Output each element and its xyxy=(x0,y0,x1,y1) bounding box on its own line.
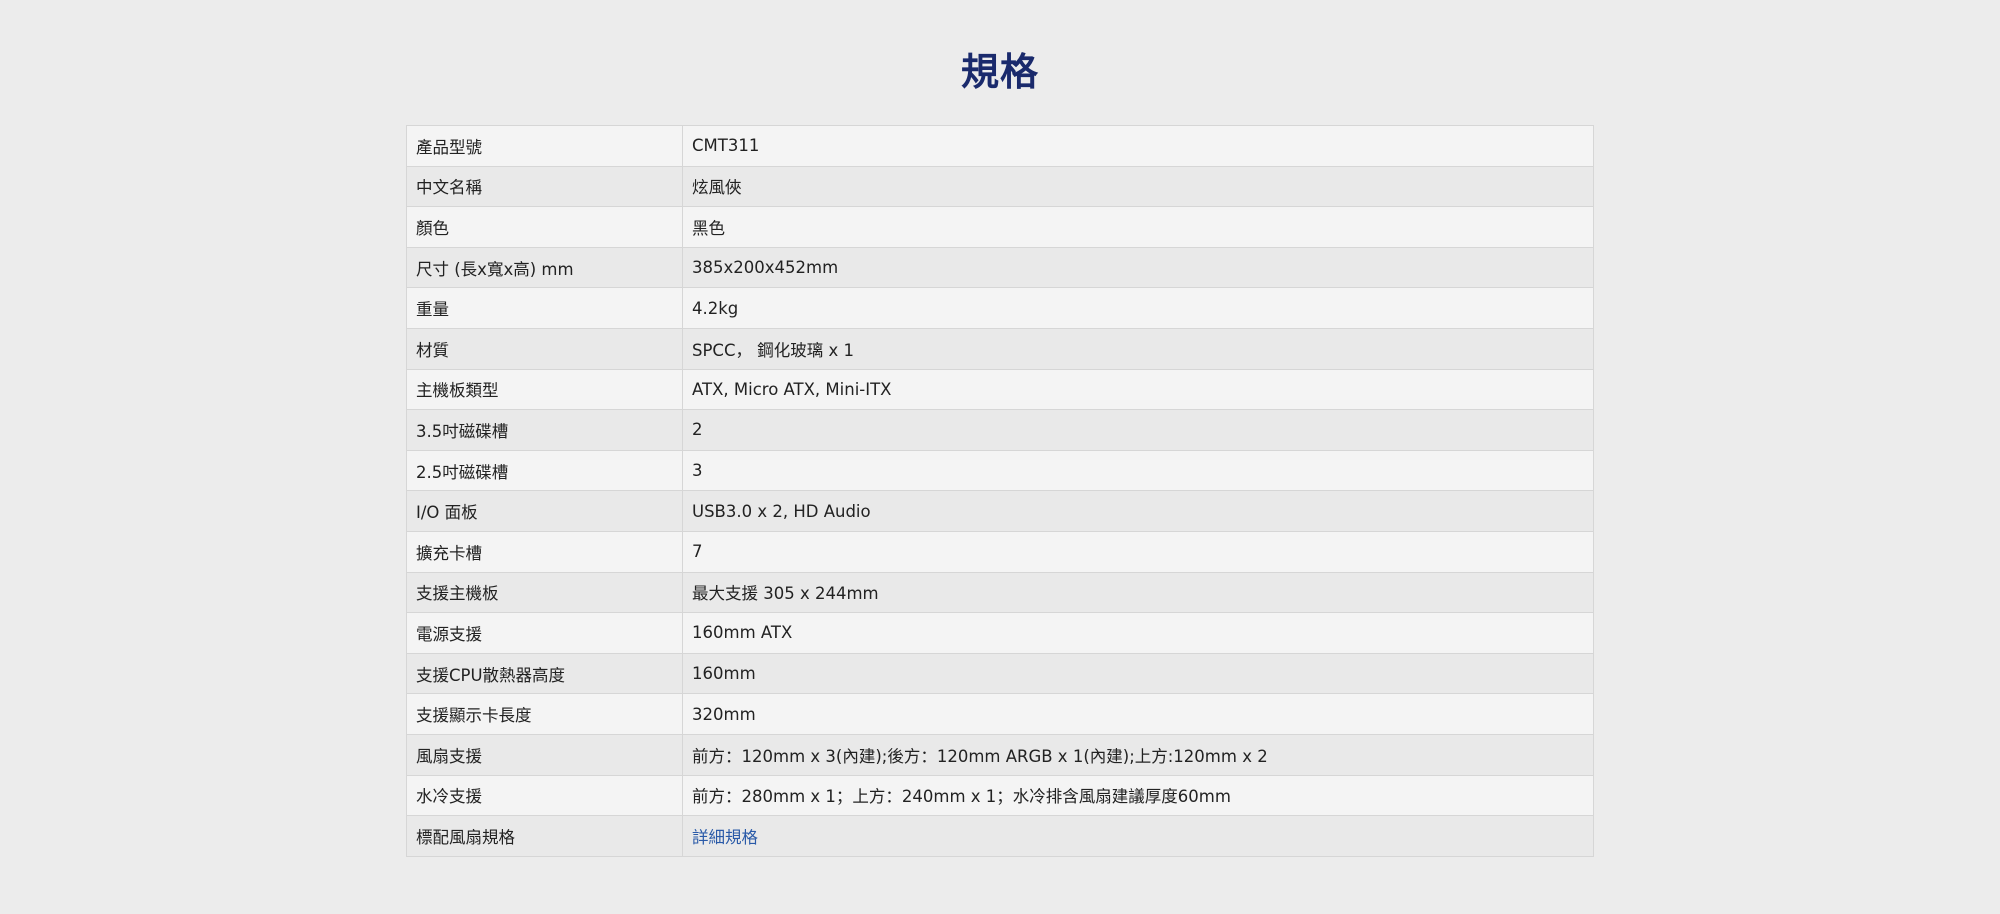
spec-value: USB3.0 x 2, HD Audio xyxy=(682,490,1594,532)
spec-label: 重量 xyxy=(406,287,683,329)
spec-label: 支援顯示卡長度 xyxy=(406,693,683,735)
spec-value: 詳細規格 xyxy=(682,815,1594,857)
table-row: 支援CPU散熱器高度 160mm xyxy=(406,652,1594,695)
table-row: 支援主機板 最大支援 305 x 244mm xyxy=(406,571,1594,614)
spec-label: 主機板類型 xyxy=(406,368,683,411)
spec-value: 7 xyxy=(682,530,1594,573)
spec-value: 前方：120mm x 3(內建);後方：120mm ARGB x 1(內建);上… xyxy=(682,733,1594,776)
table-row: 電源支援 160mm ATX xyxy=(406,612,1594,654)
spec-label: 尺寸 (長x寬x高) mm xyxy=(406,246,683,289)
spec-label: 產品型號 xyxy=(406,125,683,167)
spec-label: 水冷支援 xyxy=(406,774,683,817)
spec-value: 160mm ATX xyxy=(682,612,1594,654)
spec-label: 擴充卡槽 xyxy=(406,530,683,573)
spec-value: 炫風俠 xyxy=(682,165,1594,208)
spec-page: 規格 產品型號 CMT311 中文名稱 炫風俠 顏色 黑色 尺寸 (長x寬x高)… xyxy=(0,0,2000,914)
spec-value: 前方：280mm x 1；上方：240mm x 1；水冷排含風扇建議厚度60mm xyxy=(682,774,1594,817)
spec-label: 標配風扇規格 xyxy=(406,815,683,857)
spec-label: 材質 xyxy=(406,327,683,370)
table-row: 產品型號 CMT311 xyxy=(406,125,1594,167)
table-row: I/O 面板 USB3.0 x 2, HD Audio xyxy=(406,490,1594,532)
table-row: 標配風扇規格 詳細規格 xyxy=(406,815,1594,857)
table-row: 顏色 黑色 xyxy=(406,206,1594,248)
spec-value: 黑色 xyxy=(682,206,1594,248)
spec-label: 中文名稱 xyxy=(406,165,683,208)
table-row: 材質 SPCC， 鋼化玻璃 x 1 xyxy=(406,327,1594,370)
spec-value: 3 xyxy=(682,449,1594,492)
spec-table: 產品型號 CMT311 中文名稱 炫風俠 顏色 黑色 尺寸 (長x寬x高) mm… xyxy=(406,125,1594,857)
spec-value: SPCC， 鋼化玻璃 x 1 xyxy=(682,327,1594,370)
table-row: 3.5吋磁碟槽 2 xyxy=(406,409,1594,451)
spec-value: 160mm xyxy=(682,652,1594,695)
table-row: 風扇支援 前方：120mm x 3(內建);後方：120mm ARGB x 1(… xyxy=(406,733,1594,776)
table-row: 擴充卡槽 7 xyxy=(406,530,1594,573)
spec-value: 320mm xyxy=(682,693,1594,735)
spec-label: 風扇支援 xyxy=(406,733,683,776)
spec-value: 2 xyxy=(682,409,1594,451)
spec-value: 4.2kg xyxy=(682,287,1594,329)
spec-value: ATX, Micro ATX, Mini-ITX xyxy=(682,368,1594,411)
table-row: 主機板類型 ATX, Micro ATX, Mini-ITX xyxy=(406,368,1594,411)
table-row: 水冷支援 前方：280mm x 1；上方：240mm x 1；水冷排含風扇建議厚… xyxy=(406,774,1594,817)
spec-label: 支援CPU散熱器高度 xyxy=(406,652,683,695)
spec-label: 支援主機板 xyxy=(406,571,683,614)
page-title: 規格 xyxy=(960,50,1039,94)
table-row: 中文名稱 炫風俠 xyxy=(406,165,1594,208)
table-row: 重量 4.2kg xyxy=(406,287,1594,329)
spec-value: 385x200x452mm xyxy=(682,246,1594,289)
spec-label: 電源支援 xyxy=(406,612,683,654)
fan-spec-details-link[interactable]: 詳細規格 xyxy=(692,828,758,847)
table-row: 尺寸 (長x寬x高) mm 385x200x452mm xyxy=(406,246,1594,289)
spec-label: 2.5吋磁碟槽 xyxy=(406,449,683,492)
spec-label: I/O 面板 xyxy=(406,490,683,532)
spec-label: 顏色 xyxy=(406,206,683,248)
spec-value: CMT311 xyxy=(682,125,1594,167)
table-row: 2.5吋磁碟槽 3 xyxy=(406,449,1594,492)
spec-value: 最大支援 305 x 244mm xyxy=(682,571,1594,614)
table-row: 支援顯示卡長度 320mm xyxy=(406,693,1594,735)
spec-label: 3.5吋磁碟槽 xyxy=(406,409,683,451)
